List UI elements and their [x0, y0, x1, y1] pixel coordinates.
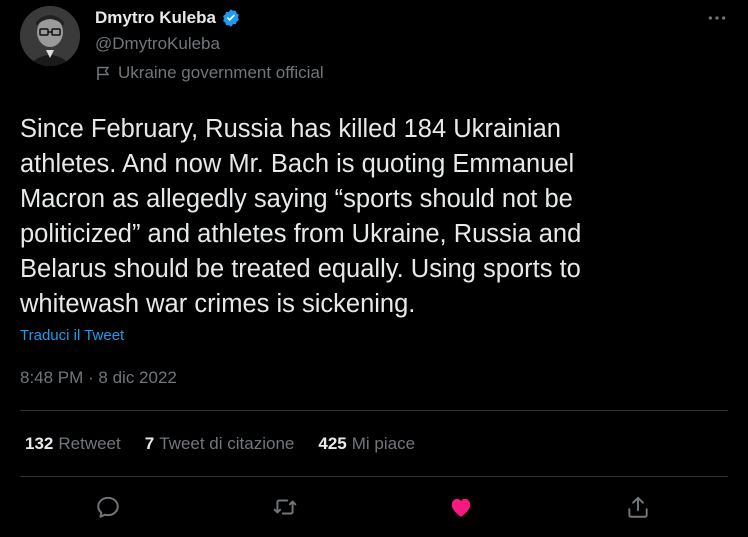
retweets-stat[interactable]: 132 Retweet [25, 434, 121, 454]
share-button[interactable] [619, 488, 657, 526]
like-button[interactable] [442, 488, 480, 526]
likes-label: Mi piace [351, 434, 416, 453]
reply-button[interactable] [89, 488, 127, 526]
translate-tweet-link[interactable]: Traduci il Tweet [20, 327, 124, 344]
divider [20, 476, 728, 477]
author-handle[interactable]: @DmytroKuleba [95, 34, 220, 54]
likes-stat[interactable]: 425 Mi piace [318, 434, 415, 454]
avatar[interactable] [20, 6, 80, 66]
quotes-label: Tweet di citazione [159, 434, 295, 453]
divider [20, 410, 728, 411]
tweet-text: Since February, Russia has killed 184 Uk… [20, 115, 582, 318]
quotes-count: 7 [144, 434, 155, 453]
quotes-stat[interactable]: 7 Tweet di citazione [145, 434, 295, 454]
tweet-stats: 132 Retweet 7 Tweet di citazione 425 Mi … [25, 434, 415, 454]
likes-count: 425 [318, 434, 347, 453]
flag-icon [95, 65, 111, 81]
affiliation-text: Ukraine government official [118, 63, 324, 82]
verified-badge-icon [221, 8, 241, 28]
reply-icon [97, 496, 119, 518]
retweets-count: 132 [25, 434, 54, 453]
more-options-icon[interactable] [704, 8, 730, 28]
tweet-timestamp[interactable]: 8:48 PM · 8 dic 2022 [20, 368, 177, 388]
share-icon [628, 496, 648, 518]
author-name[interactable]: Dmytro Kuleba [95, 8, 216, 28]
like-icon [451, 498, 471, 517]
retweet-button[interactable] [266, 488, 304, 526]
tweet-actions [0, 488, 748, 526]
retweet-icon [273, 499, 297, 515]
affiliation-label: Ukraine government official [95, 63, 324, 83]
retweets-label: Retweet [58, 434, 121, 453]
